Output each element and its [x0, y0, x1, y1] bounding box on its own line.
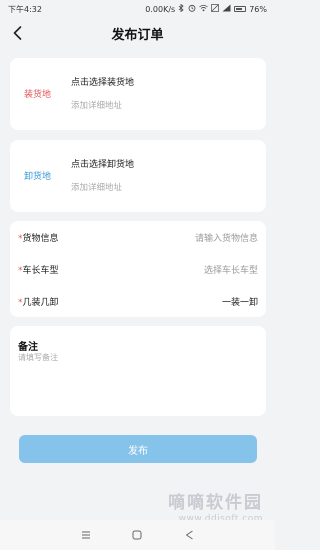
- watermark: 嘀嘀软件园 www.ddisoft.com: [168, 488, 263, 524]
- load-unload-count-label-text: 几装几卸: [22, 297, 59, 308]
- cargo-info-input[interactable]: 请输入货物信息: [195, 231, 258, 244]
- publish-button[interactable]: 发布: [19, 435, 257, 463]
- cargo-info-row[interactable]: *货物信息 请输入货物信息: [10, 221, 266, 253]
- select-unloading-address[interactable]: 点击选择卸货地: [71, 157, 134, 170]
- mute-icon: [211, 4, 220, 14]
- note-title: 备注: [18, 342, 38, 353]
- unloading-address-card[interactable]: 卸货地 点击选择卸货地 添加详细地址: [10, 140, 266, 212]
- home-icon: [132, 530, 142, 540]
- battery-icon: [234, 6, 247, 12]
- wifi-icon: [199, 4, 208, 14]
- back-nav-button[interactable]: [181, 527, 197, 543]
- title-bar: 发布订单: [0, 18, 275, 48]
- signal-icon: [222, 4, 231, 14]
- home-nav-button[interactable]: [129, 527, 145, 543]
- cargo-info-label-text: 货物信息: [22, 233, 59, 244]
- cargo-info-label: *货物信息: [18, 231, 59, 244]
- back-triangle-icon: [185, 530, 193, 540]
- chevron-left-icon: [13, 26, 21, 40]
- watermark-text: 嘀嘀软件园: [168, 493, 263, 513]
- network-speed: 0.00K/s: [145, 4, 176, 14]
- vehicle-type-label-text: 车长车型: [22, 265, 59, 276]
- menu-nav-button[interactable]: [78, 527, 94, 543]
- select-loading-address[interactable]: 点击选择装货地: [71, 75, 134, 88]
- load-unload-count-row[interactable]: *几装几卸 一装一卸: [10, 285, 266, 317]
- battery-percent: 76%: [249, 4, 267, 14]
- status-indicators: 0.00K/s 76%: [145, 3, 267, 14]
- load-unload-count-select[interactable]: 一装一卸: [222, 295, 258, 308]
- vehicle-type-select[interactable]: 选择车长车型: [204, 263, 258, 276]
- page-title: 发布订单: [111, 27, 164, 43]
- bluetooth-icon: [178, 3, 185, 14]
- system-nav-bar: [0, 520, 275, 550]
- loading-tag: 装货地: [24, 90, 52, 100]
- unloading-detail-address[interactable]: 添加详细地址: [71, 181, 122, 193]
- loading-detail-address[interactable]: 添加详细地址: [71, 99, 122, 111]
- order-form-card: *货物信息 请输入货物信息 *车长车型 选择车长车型 *几装几卸 一装一卸: [10, 221, 266, 317]
- load-unload-count-label: *几装几卸: [18, 295, 59, 308]
- note-card: 备注: [10, 326, 266, 416]
- status-bar: 下午4:32 0.00K/s 76%: [0, 0, 275, 18]
- vehicle-type-label: *车长车型: [18, 263, 59, 276]
- menu-icon: [81, 531, 90, 539]
- back-button[interactable]: [8, 24, 26, 42]
- loading-address-card[interactable]: 装货地 点击选择装货地 添加详细地址: [10, 58, 266, 130]
- vehicle-type-row[interactable]: *车长车型 选择车长车型: [10, 253, 266, 285]
- status-time: 下午4:32: [8, 4, 42, 14]
- unloading-tag: 卸货地: [24, 172, 52, 182]
- alarm-icon: [188, 4, 196, 14]
- note-input[interactable]: [18, 352, 258, 408]
